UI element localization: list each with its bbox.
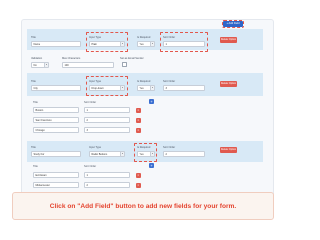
option-sort-label: Sort Order (84, 101, 97, 104)
option-sort-input[interactable]: 1 (84, 107, 130, 113)
add-field-button[interactable]: + Add Field (221, 19, 245, 29)
option-title-label: Title (33, 101, 38, 104)
chevron-down-icon: ▾ (150, 42, 154, 46)
input-type-label: Input Type (89, 80, 102, 83)
sort-order-input[interactable]: 3 (163, 85, 205, 91)
max-characters-label: Max Characters (62, 57, 81, 60)
option-title-input[interactable]: Chicago (33, 127, 79, 133)
option-title-input[interactable]: Midsemester (33, 182, 79, 188)
instruction-banner: Click on "Add Field" button to add new f… (12, 192, 274, 220)
option-sort-input[interactable]: 2 (84, 117, 130, 123)
title-label: Title (31, 146, 36, 149)
validation-select[interactable]: No ▾ (31, 62, 49, 68)
is-required-value: Yes (139, 153, 144, 156)
delete-option-button[interactable]: Delete Option (220, 81, 237, 87)
sort-order-input[interactable]: 2 (163, 151, 205, 157)
option-sort-input[interactable]: 3 (84, 127, 130, 133)
remove-option-icon[interactable]: × (136, 128, 141, 133)
sort-order-label: Sort Order (163, 80, 176, 83)
option-title-label: Title (33, 165, 38, 168)
option-title-input[interactable]: Boston (33, 107, 79, 113)
chevron-down-icon: ▾ (150, 152, 154, 156)
sort-order-label: Sort Order (163, 36, 176, 39)
field-title-input[interactable]: City (31, 85, 81, 91)
remove-option-icon[interactable]: × (136, 118, 141, 123)
chevron-down-icon: ▾ (120, 42, 124, 46)
validation-label: Validation (31, 57, 43, 60)
chevron-down-icon: ▾ (120, 152, 124, 156)
option-sort-input[interactable]: 2 (84, 182, 130, 188)
input-type-select[interactable]: Radio Buttons ▾ (89, 151, 125, 157)
delete-option-button[interactable]: Delete Option (220, 37, 237, 43)
instruction-text: Click on "Add Field" button to add new f… (49, 203, 237, 210)
sort-order-input[interactable]: 1 (163, 41, 205, 47)
is-required-select[interactable]: Yes ▾ (137, 85, 155, 91)
input-type-value: Plain (91, 43, 98, 46)
input-type-select[interactable]: Drop-down ▾ (89, 85, 125, 91)
is-required-value: Yes (139, 87, 144, 90)
chevron-down-icon: ▾ (120, 86, 124, 90)
input-type-value: Radio Buttons (91, 153, 108, 156)
add-option-button[interactable]: + (149, 99, 154, 104)
delete-option-button[interactable]: Delete Option (220, 147, 237, 153)
sort-order-label: Sort Order (163, 146, 176, 149)
input-type-select[interactable]: Plain ▾ (89, 41, 125, 47)
field-title-input[interactable]: Study For (31, 151, 81, 157)
email-sender-checkbox[interactable] (122, 62, 127, 67)
is-required-select[interactable]: Yes ▾ (137, 41, 155, 47)
chevron-down-icon: ▾ (44, 63, 48, 67)
remove-option-icon[interactable]: × (136, 183, 141, 188)
field-title-input[interactable]: Name (31, 41, 81, 47)
input-type-value: Drop-down (91, 87, 104, 90)
validation-value: No (33, 64, 37, 67)
is-required-label: Is Required (137, 80, 151, 83)
title-label: Title (31, 36, 36, 39)
option-sort-label: Sort Order (84, 165, 97, 168)
chevron-down-icon: ▾ (150, 86, 154, 90)
input-type-label: Input Type (89, 36, 102, 39)
max-characters-input[interactable]: 100 (62, 62, 114, 68)
option-sort-input[interactable]: 1 (84, 172, 130, 178)
input-type-label: Input Type (89, 146, 102, 149)
title-label: Title (31, 80, 36, 83)
is-required-label: Is Required (137, 36, 151, 39)
option-title-input[interactable]: Exit Exam (33, 172, 79, 178)
is-required-value: Yes (139, 43, 144, 46)
remove-option-icon[interactable]: × (136, 173, 141, 178)
add-option-button[interactable]: + (149, 163, 154, 168)
option-title-input[interactable]: San Francisco (33, 117, 79, 123)
form-builder-screen: + Add Field Title Name Input Type Plain ▾… (0, 0, 285, 240)
is-required-select[interactable]: Yes ▾ (137, 151, 155, 157)
remove-option-icon[interactable]: × (136, 108, 141, 113)
is-required-label: Is Required (137, 146, 151, 149)
email-sender-label: Set as Email Sender (120, 57, 144, 60)
